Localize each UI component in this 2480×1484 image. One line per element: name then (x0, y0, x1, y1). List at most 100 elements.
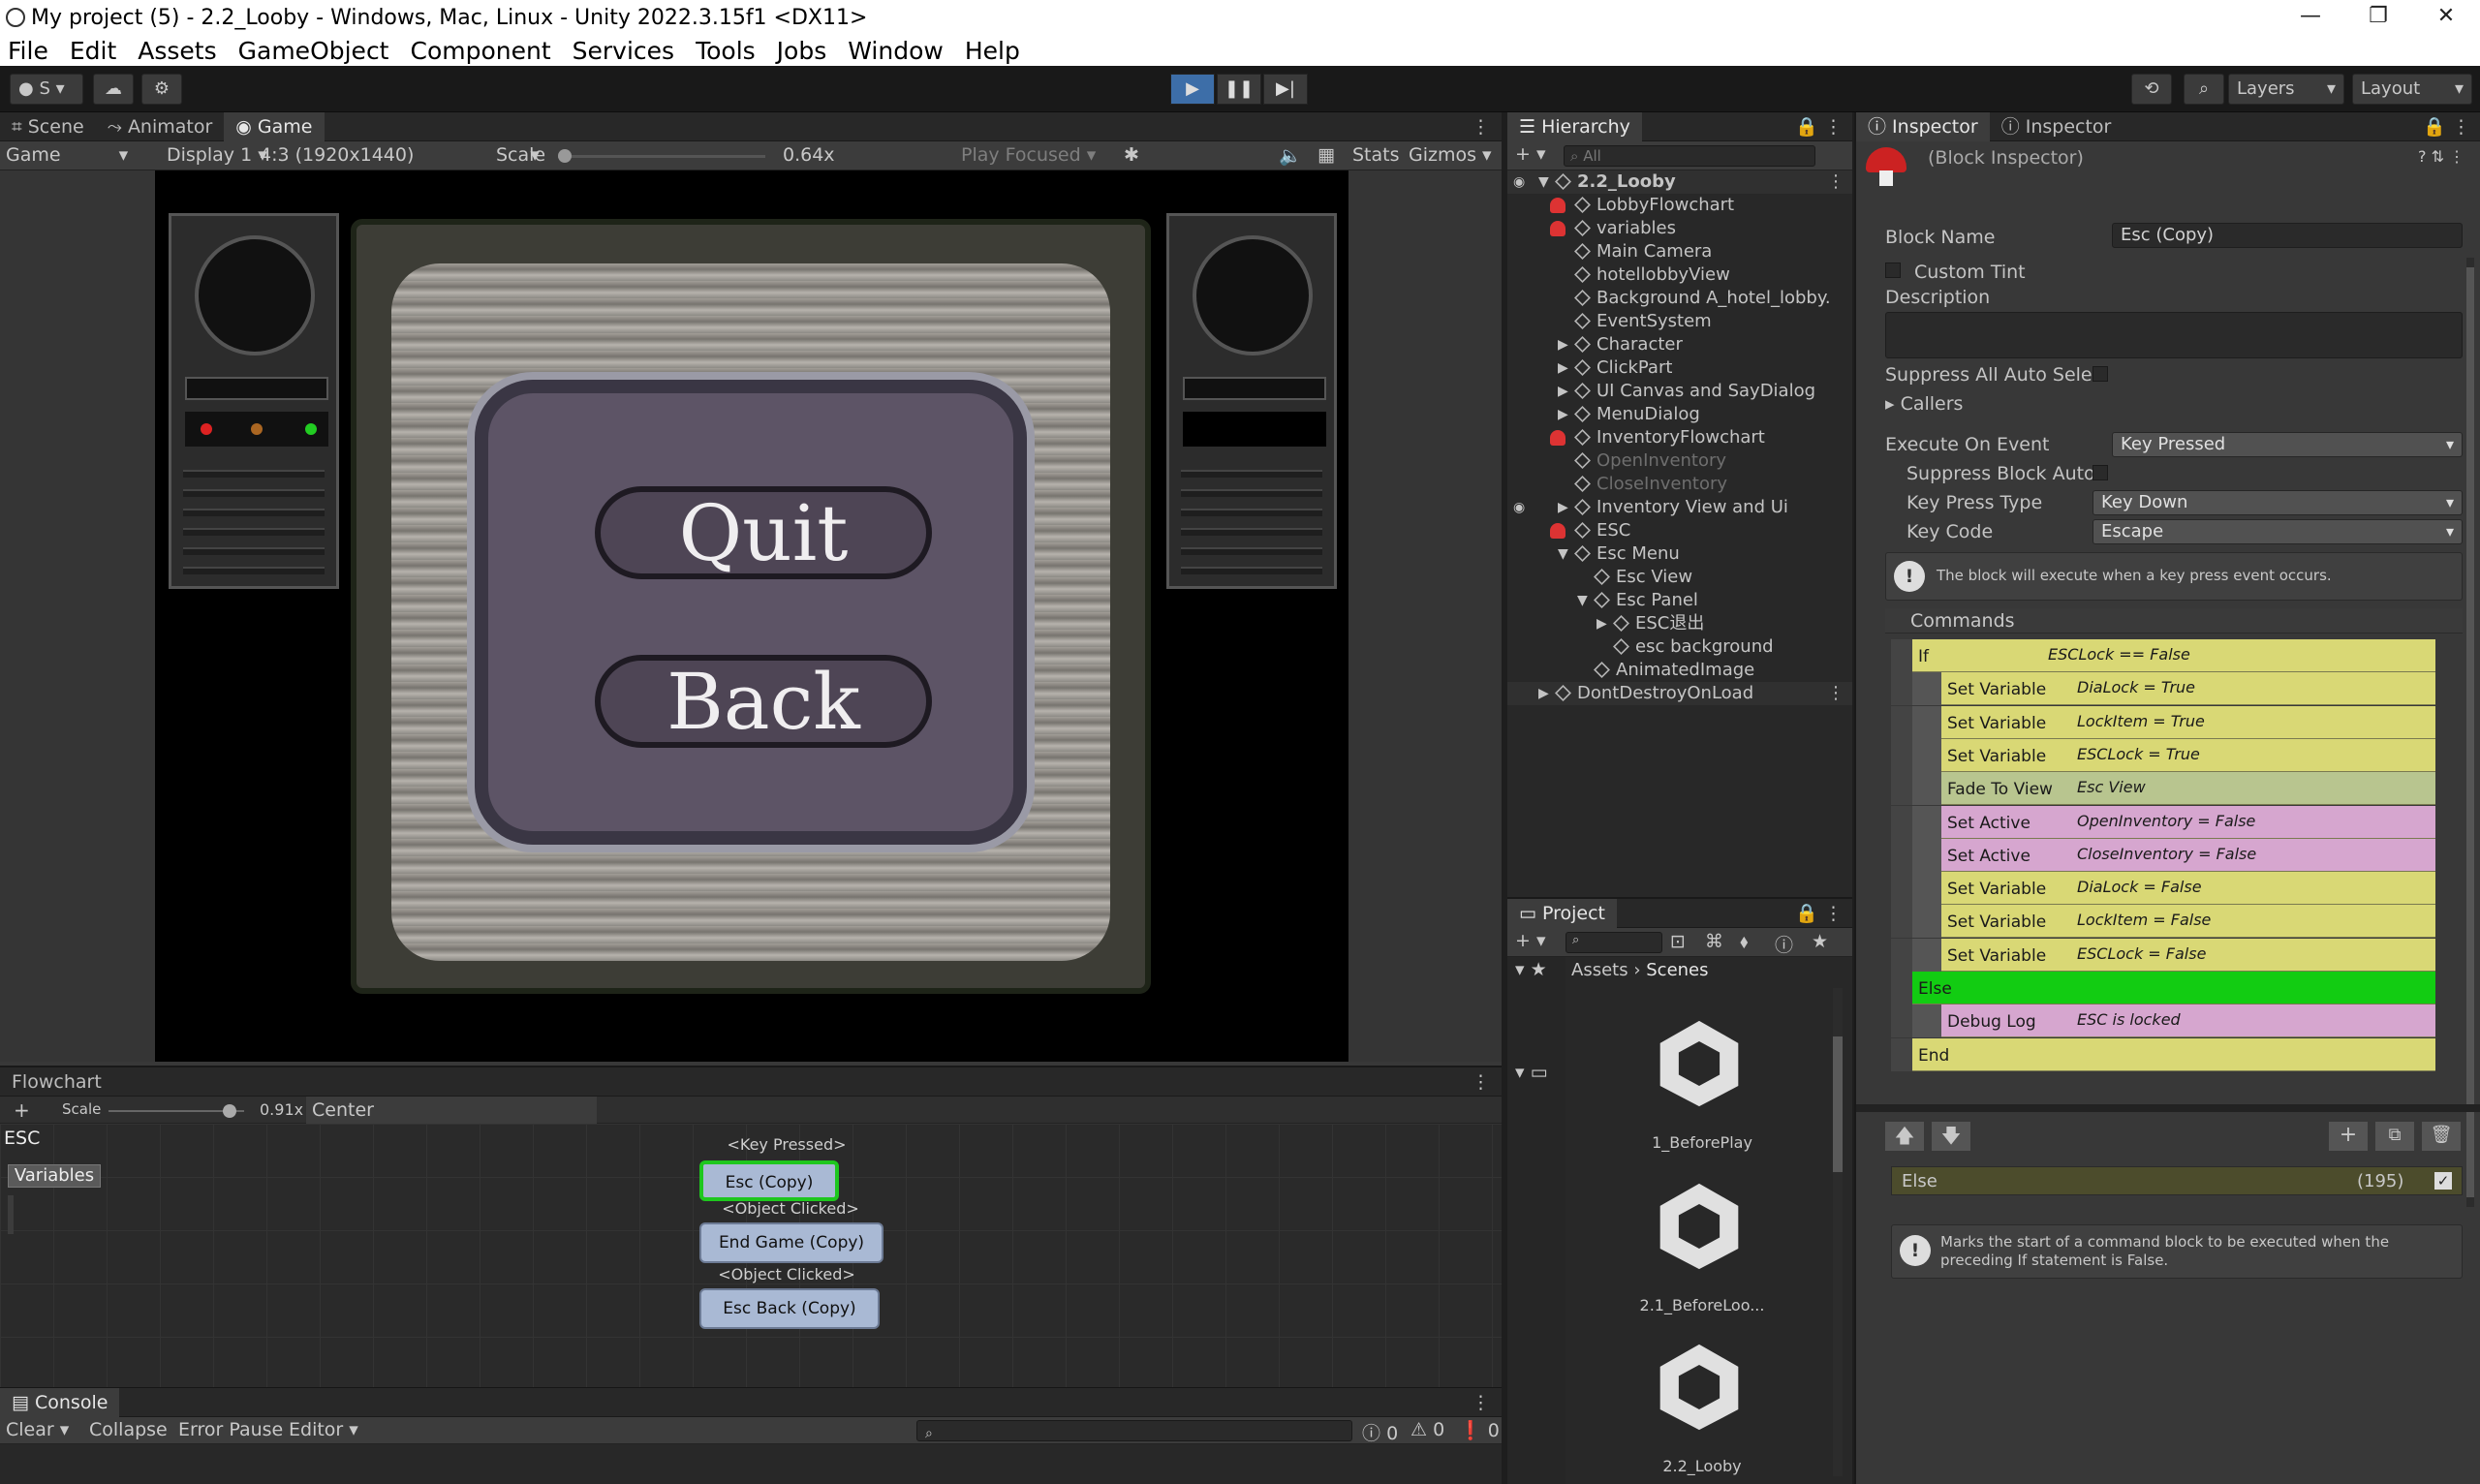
step-button[interactable]: ▶| (1263, 74, 1308, 105)
flowchart-menu-icon[interactable]: ⋮ (1472, 1071, 1502, 1093)
menu-services[interactable]: Services (573, 37, 674, 65)
hierarchy-item[interactable]: variables (1507, 217, 1852, 240)
error-count[interactable]: ❗ 0 (1459, 1419, 1500, 1441)
tab-hierarchy[interactable]: ☰ Hierarchy (1507, 111, 1642, 141)
grid-icon[interactable]: ▦ (1318, 144, 1335, 166)
tab-game[interactable]: ◉ Game (224, 111, 325, 141)
expand-arrow-icon[interactable]: ▶ (1558, 403, 1568, 426)
label-filter-icon[interactable]: ⬧ (1740, 931, 1749, 952)
menu-gameobject[interactable]: GameObject (238, 37, 389, 65)
search-button[interactable]: ⌕ (2184, 74, 2224, 105)
hierarchy-item[interactable]: ▼ 2.2_Looby ⋮ ◉ (1507, 170, 1852, 194)
command-drag-handle[interactable] (1891, 772, 1912, 806)
favorites-icon[interactable]: ▾ ★ (1515, 959, 1547, 980)
quit-button[interactable]: Quit (595, 486, 932, 579)
hierarchy-search-input[interactable]: ⌕ All (1564, 145, 1815, 167)
expand-arrow-icon[interactable]: ▼ (1538, 170, 1549, 194)
command-row[interactable]: Set Variable ESCLock = True (1912, 738, 2435, 772)
mute-audio-icon[interactable]: 🔈 (1279, 144, 1302, 167)
warning-count[interactable]: ⚠ 0 (1410, 1419, 1444, 1440)
callers-foldout[interactable]: ▸ Callers (1885, 393, 1963, 415)
item-menu-icon[interactable]: ⋮ (1827, 170, 1844, 194)
tab-animator[interactable]: ⤳ Animator (96, 112, 225, 141)
stats-button[interactable]: Stats (1352, 144, 1400, 166)
breadcrumb-assets[interactable]: Assets (1571, 960, 1628, 980)
command-row[interactable]: Set Active OpenInventory = False (1912, 805, 2435, 839)
command-row[interactable]: Set Variable DiaLock = False (1912, 872, 2435, 906)
command-row[interactable]: Debug Log ESC is locked (1912, 1005, 2435, 1038)
expand-arrow-icon[interactable]: ▶ (1558, 356, 1568, 380)
project-menu-icon[interactable]: 🔒 ⋮ (1795, 902, 1852, 924)
command-drag-handle[interactable] (1891, 705, 1912, 739)
minimize-button[interactable]: — (2277, 0, 2344, 35)
flowchart-canvas[interactable]: ESC Variables <Key Pressed> Esc (Copy) <… (0, 1124, 1502, 1389)
warning-filter-icon[interactable]: ⓘ (1775, 931, 1793, 957)
project-search-input[interactable]: ⌕ (1566, 932, 1662, 953)
tab-console[interactable]: ▤ Console (0, 1387, 120, 1417)
command-row[interactable]: Set Variable LockItem = True (1912, 705, 2435, 739)
variables-scrollbar[interactable] (8, 1195, 14, 1234)
tab-inspector-1[interactable]: ⓘ Inspector (1856, 111, 1990, 141)
expand-arrow-icon[interactable]: ▶ (1558, 333, 1568, 356)
hierarchy-item[interactable]: ▶ MenuDialog (1507, 403, 1852, 426)
hierarchy-item[interactable]: InventoryFlowchart (1507, 426, 1852, 449)
hierarchy-item[interactable]: ESC (1507, 519, 1852, 542)
tab-project[interactable]: ▭ Project (1507, 898, 1618, 928)
delete-command-button[interactable]: 🗑 (2422, 1122, 2461, 1151)
expand-arrow-icon[interactable]: ▶ (1558, 496, 1568, 519)
hierarchy-item[interactable]: AnimatedImage (1507, 659, 1852, 682)
visibility-eye-icon[interactable]: ◉ (1513, 170, 1525, 194)
command-row[interactable]: Set Active CloseInventory = False (1912, 838, 2435, 872)
add-command-button[interactable]: + (2329, 1122, 2368, 1151)
play-focused-dropdown[interactable]: Play Focused ▾ (961, 144, 1096, 166)
create-button[interactable]: + ▾ (1515, 143, 1546, 165)
hierarchy-item[interactable]: hotellobbyView (1507, 263, 1852, 287)
collab-button[interactable]: ⚙ (141, 74, 182, 105)
assets-folder-icon[interactable]: ▾ ▭ (1515, 1062, 1548, 1083)
console-menu-icon[interactable]: ⋮ (1472, 1392, 1502, 1413)
flowchart-scale-slider[interactable] (108, 1104, 244, 1118)
add-block-button[interactable]: + (14, 1098, 30, 1122)
inspector-scrollbar-thumb[interactable] (2466, 267, 2474, 1197)
history-button[interactable]: ⟲ (2131, 74, 2172, 105)
tab-scene[interactable]: ⌗ Scene (0, 112, 96, 141)
command-drag-handle[interactable] (1891, 938, 1912, 972)
expand-arrow-icon[interactable]: ▼ (1558, 542, 1568, 566)
command-row[interactable]: Else (1912, 972, 2435, 1005)
menu-assets[interactable]: Assets (138, 37, 216, 65)
bug-icon[interactable]: ✱ (1124, 144, 1139, 166)
command-row[interactable]: End (1912, 1037, 2435, 1071)
gizmos-dropdown[interactable]: Gizmos ▾ (1409, 144, 1492, 166)
execute-on-event-dropdown[interactable]: Key Pressed (2112, 432, 2463, 457)
command-row[interactable]: Fade To View Esc View (1912, 772, 2435, 806)
move-down-button[interactable]: 🡇 (1932, 1122, 1970, 1151)
duplicate-command-button[interactable]: ⧉ (2375, 1122, 2414, 1151)
play-button[interactable]: ▶ (1170, 74, 1215, 105)
hierarchy-item[interactable]: ▼ Esc Panel (1507, 589, 1852, 612)
project-scrollbar-thumb[interactable] (1833, 1036, 1843, 1172)
inspector-menu-icon[interactable]: 🔒 ⋮ (2423, 115, 2480, 138)
favorite-filter-icon[interactable]: ★ (1812, 931, 1828, 952)
hierarchy-item[interactable]: ▶ ClickPart (1507, 356, 1852, 380)
menu-window[interactable]: Window (848, 37, 944, 65)
flowchart-block-esc-back[interactable]: Esc Back (Copy) (699, 1288, 880, 1329)
command-drag-handle[interactable] (1891, 805, 1912, 839)
scale-slider-handle[interactable] (558, 149, 572, 163)
custom-tint-checkbox[interactable] (1885, 263, 1901, 278)
expand-arrow-icon[interactable]: ▶ (1558, 380, 1568, 403)
log-count[interactable]: ⓘ 0 (1362, 1419, 1398, 1445)
inspector-scrollbar[interactable] (2466, 258, 2474, 1207)
display-dropdown[interactable]: Display 1 ▾ (167, 144, 267, 166)
command-row[interactable]: Set Variable LockItem = False (1912, 905, 2435, 939)
suppress-block-checkbox[interactable] (2092, 465, 2108, 480)
command-row[interactable]: Set Variable ESCLock = False (1912, 938, 2435, 972)
tab-inspector-2[interactable]: ⓘ Inspector (1990, 112, 2124, 141)
hierarchy-item[interactable]: OpenInventory (1507, 449, 1852, 473)
panel-menu-icon[interactable]: ⋮ (1472, 116, 1502, 138)
project-folder-tree[interactable]: ▾ ★ ▾ ▭ (1507, 957, 1566, 1484)
breadcrumb-scenes[interactable]: Scenes (1646, 960, 1708, 980)
command-drag-handle[interactable] (1891, 905, 1912, 939)
hierarchy-item[interactable]: EventSystem (1507, 310, 1852, 333)
hierarchy-item[interactable]: ▶ UI Canvas and SayDialog (1507, 380, 1852, 403)
hierarchy-item[interactable]: Esc View (1507, 566, 1852, 589)
